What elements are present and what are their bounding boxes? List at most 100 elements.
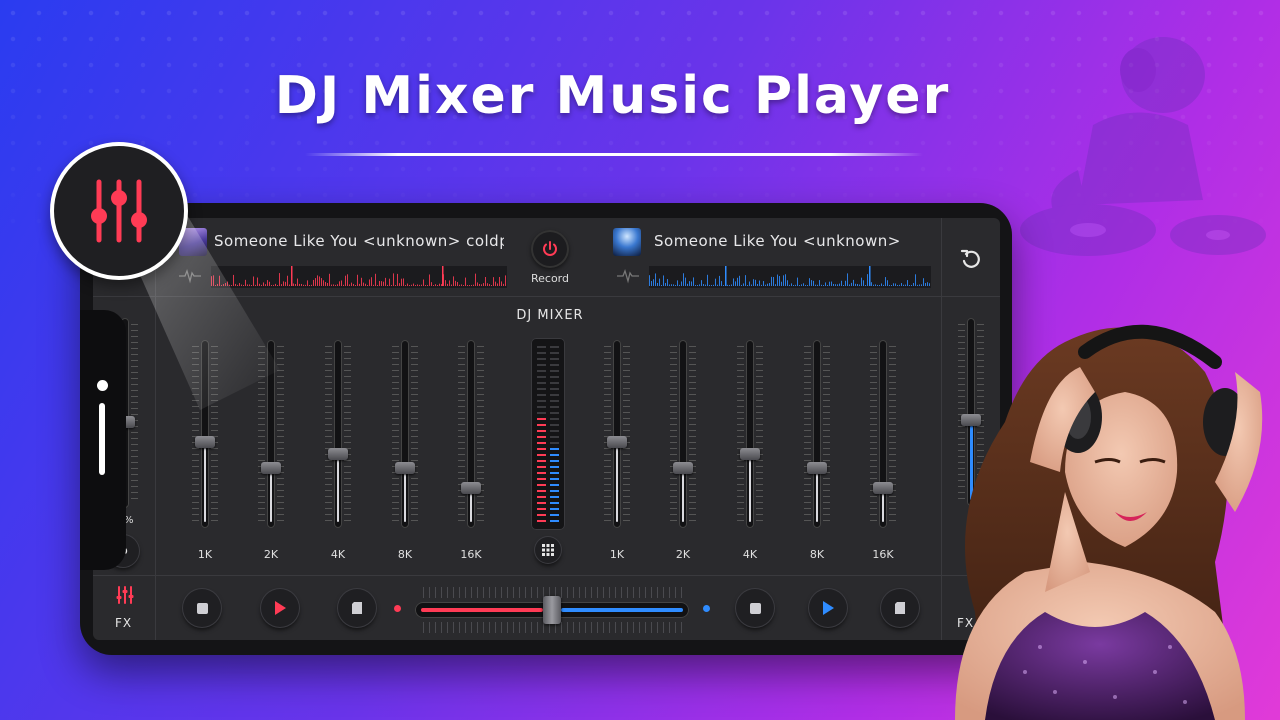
slider-fill bbox=[404, 474, 406, 522]
play-button-left[interactable] bbox=[261, 589, 299, 627]
vu-segment bbox=[537, 400, 546, 402]
stop-button-right[interactable] bbox=[736, 589, 774, 627]
waveform-icon-right bbox=[617, 269, 639, 284]
vu-segment bbox=[537, 364, 546, 366]
record-button[interactable] bbox=[531, 230, 569, 268]
crossfader-fill-right bbox=[561, 608, 683, 612]
play-icon bbox=[823, 601, 834, 615]
footer-divider bbox=[93, 575, 1000, 576]
slider-knob[interactable] bbox=[461, 482, 481, 494]
eq-slider-left-8k[interactable] bbox=[392, 340, 418, 528]
vu-segment bbox=[537, 436, 546, 438]
vu-segment bbox=[537, 352, 546, 354]
play-button-right[interactable] bbox=[809, 589, 847, 627]
vu-segment bbox=[550, 412, 559, 414]
woman-with-headphones-photo bbox=[955, 324, 1263, 720]
phone-camera-dot bbox=[97, 380, 108, 391]
grid-icon bbox=[542, 544, 554, 556]
stop-icon bbox=[749, 602, 761, 614]
slider-fill bbox=[470, 494, 472, 522]
eq-band-label: 2K bbox=[263, 548, 279, 561]
vu-segment bbox=[537, 442, 546, 444]
vu-segment bbox=[537, 412, 546, 414]
vu-segment bbox=[537, 376, 546, 378]
eq-slider-right-2k[interactable] bbox=[670, 340, 696, 528]
eq-slider-left-16k[interactable] bbox=[458, 340, 484, 528]
vu-segment bbox=[550, 490, 559, 492]
slider-fill bbox=[749, 460, 751, 522]
vu-segment bbox=[550, 514, 559, 516]
eq-band-label: 4K bbox=[742, 548, 758, 561]
vu-segment bbox=[537, 514, 546, 516]
sd-card-icon bbox=[895, 602, 905, 614]
eq-band-label: 8K bbox=[809, 548, 825, 561]
eq-slider-right-4k[interactable] bbox=[737, 340, 763, 528]
grid-button[interactable] bbox=[535, 537, 561, 563]
slider-fill bbox=[337, 460, 339, 522]
stop-button-left[interactable] bbox=[183, 589, 221, 627]
vu-segment bbox=[537, 370, 546, 372]
vu-meter bbox=[531, 338, 565, 530]
vu-segment bbox=[550, 436, 559, 438]
vu-segment bbox=[537, 472, 546, 474]
vu-segment bbox=[550, 430, 559, 432]
eq-slider-right-8k[interactable] bbox=[804, 340, 830, 528]
play-icon bbox=[275, 601, 286, 615]
slider-knob[interactable] bbox=[607, 436, 627, 448]
eq-band-label: 4K bbox=[330, 548, 346, 561]
vu-segment bbox=[550, 478, 559, 480]
vu-segment bbox=[537, 430, 546, 432]
stop-icon bbox=[196, 602, 208, 614]
slider-knob[interactable] bbox=[395, 462, 415, 474]
sampler-button-right[interactable] bbox=[881, 589, 919, 627]
crossfader-slider[interactable] bbox=[415, 596, 689, 624]
vu-segment bbox=[537, 466, 546, 468]
vu-segment bbox=[537, 460, 546, 462]
mixer-title: DJ MIXER bbox=[516, 308, 584, 323]
eq-slider-right-1k[interactable] bbox=[604, 340, 630, 528]
vu-segment bbox=[550, 358, 559, 360]
eq-slider-left-4k[interactable] bbox=[325, 340, 351, 528]
phone-speaker-bar bbox=[99, 403, 105, 475]
vu-segment bbox=[550, 460, 559, 462]
vu-segment bbox=[537, 382, 546, 384]
eq-band-label: 8K bbox=[397, 548, 413, 561]
track-title-right[interactable]: Someone Like You <unknown> coldplay bbox=[654, 232, 904, 250]
eq-slider-right-16k[interactable] bbox=[870, 340, 896, 528]
waveform-right[interactable] bbox=[649, 266, 931, 288]
eq-band-label: 2K bbox=[675, 548, 691, 561]
vu-segment bbox=[550, 508, 559, 510]
vu-segment bbox=[537, 508, 546, 510]
vu-segment bbox=[550, 424, 559, 426]
slider-fill bbox=[270, 474, 272, 522]
vu-segment bbox=[537, 448, 546, 450]
rotate-ccw-icon[interactable] bbox=[960, 248, 982, 270]
eq-band-label: 1K bbox=[197, 548, 213, 561]
vu-segment bbox=[537, 496, 546, 498]
vu-segment bbox=[550, 400, 559, 402]
slider-knob[interactable] bbox=[740, 448, 760, 460]
vu-segment bbox=[550, 352, 559, 354]
vu-segment bbox=[550, 484, 559, 486]
slider-knob[interactable] bbox=[328, 448, 348, 460]
slider-knob[interactable] bbox=[873, 482, 893, 494]
vu-segment bbox=[537, 388, 546, 390]
slider-knob[interactable] bbox=[807, 462, 827, 474]
vu-segment bbox=[537, 520, 546, 522]
sd-card-icon bbox=[352, 602, 362, 614]
album-thumb-right[interactable] bbox=[613, 228, 641, 256]
slider-knob[interactable] bbox=[673, 462, 693, 474]
sampler-button-left[interactable] bbox=[338, 589, 376, 627]
fx-left-label[interactable]: FX bbox=[115, 616, 132, 630]
record-label: Record bbox=[530, 272, 569, 285]
slider-knob[interactable] bbox=[261, 462, 281, 474]
vu-segment bbox=[537, 454, 546, 456]
vu-segment bbox=[537, 418, 546, 420]
vu-segment bbox=[550, 346, 559, 348]
crossfader-fill-left bbox=[421, 608, 543, 612]
vu-segment bbox=[537, 346, 546, 348]
equalizer-icon[interactable] bbox=[115, 585, 135, 605]
crossfader-knob[interactable] bbox=[543, 596, 561, 624]
equalizer-icon bbox=[91, 179, 147, 243]
vu-segment bbox=[550, 388, 559, 390]
